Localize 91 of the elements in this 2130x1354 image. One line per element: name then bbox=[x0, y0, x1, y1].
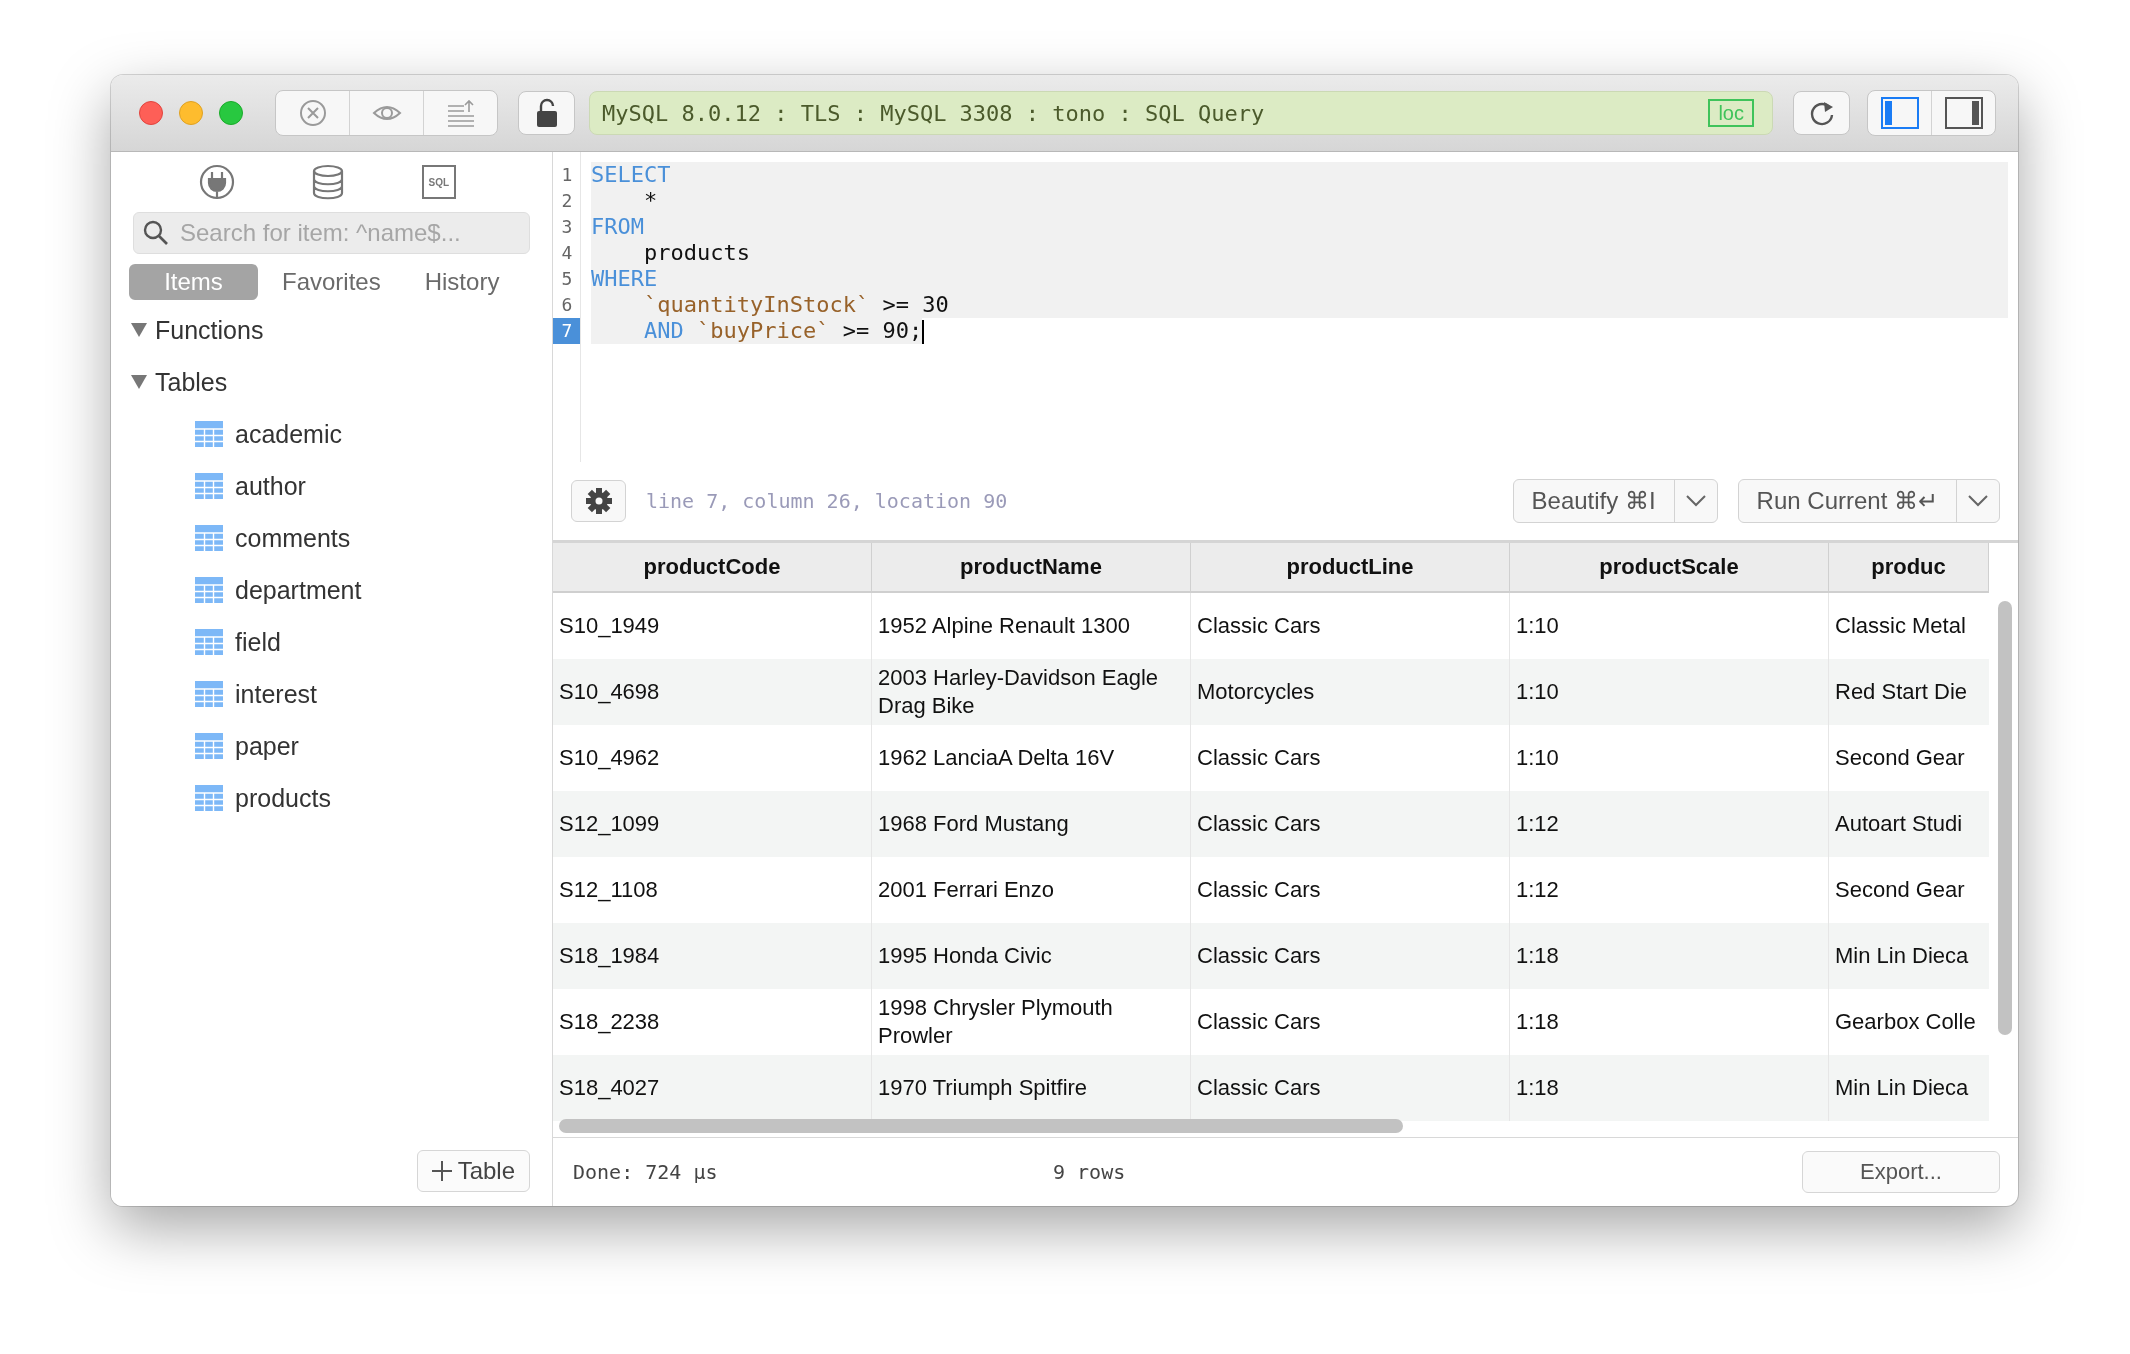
table-icon bbox=[195, 785, 223, 811]
stop-icon bbox=[297, 98, 328, 128]
code-line: SELECT bbox=[591, 162, 671, 187]
table-cell: Classic Cars bbox=[1191, 1055, 1510, 1121]
table-cell: 1:12 bbox=[1510, 791, 1829, 857]
table-cell: S10_4698 bbox=[553, 659, 872, 725]
table-cell-text: Second Gear bbox=[1834, 876, 1966, 904]
vertical-scrollbar[interactable] bbox=[1998, 601, 2012, 1035]
settings-icon bbox=[584, 487, 613, 515]
line-number: 1 bbox=[560, 163, 574, 187]
line-number: 6 bbox=[560, 293, 574, 317]
table-item[interactable]: field bbox=[235, 627, 281, 657]
search-field[interactable]: Search for item: ^name$... bbox=[133, 212, 530, 254]
table-cell-text: Gearbox Colle bbox=[1834, 1008, 1977, 1036]
add-table-button[interactable]: Table bbox=[416, 1150, 530, 1192]
line-number: 3 bbox=[560, 215, 574, 239]
table-cell: 1968 Ford Mustang bbox=[872, 791, 1191, 857]
horizontal-scrollbar[interactable] bbox=[559, 1119, 1403, 1133]
code-line: `quantityInStock` >= 30 bbox=[642, 292, 949, 317]
sidebar-tab[interactable]: Favorites bbox=[260, 264, 403, 300]
expanded-triangle-icon[interactable] bbox=[131, 375, 147, 389]
tree-group[interactable]: Tables bbox=[155, 367, 228, 397]
code-line: FROM bbox=[591, 214, 644, 239]
table-cell: 2003 Harley-Davidson Eagle Drag Bike bbox=[872, 659, 1191, 725]
table-item[interactable]: academic bbox=[235, 419, 342, 449]
window-control-icon[interactable] bbox=[219, 101, 243, 125]
table-icon bbox=[195, 473, 223, 499]
table-item[interactable]: department bbox=[235, 575, 362, 605]
code-line: WHERE bbox=[591, 266, 658, 291]
column-header[interactable]: productCode bbox=[553, 543, 872, 593]
row-count: 9 rows bbox=[1053, 1160, 1127, 1184]
cursor-position: line 7, column 26, location 90 bbox=[646, 489, 1009, 513]
sql-tab[interactable]: SQL bbox=[421, 165, 456, 199]
plus-icon bbox=[431, 1161, 452, 1181]
table-item[interactable]: paper bbox=[235, 731, 299, 761]
code-editor[interactable]: 1 SELECT 2 * 3 FROM 4 products 5 WHERE 6 `quantityInStock` >= 30 7 AND `buyPrice` >= 90; bbox=[553, 152, 2018, 462]
database-icon[interactable] bbox=[311, 164, 346, 200]
expanded-triangle-icon[interactable] bbox=[131, 323, 147, 337]
settings-button[interactable] bbox=[571, 480, 626, 522]
table-icon bbox=[195, 681, 223, 707]
table-cell: Motorcycles bbox=[1191, 659, 1510, 725]
query-timing: Done: 724 µs bbox=[573, 1160, 719, 1184]
code-line: * bbox=[642, 188, 658, 213]
table-cell: Classic Cars bbox=[1191, 791, 1510, 857]
table-cell: Min Lin Dieca bbox=[1829, 1055, 1989, 1121]
plug-icon[interactable] bbox=[199, 164, 236, 200]
table-cell-text: Second Gear bbox=[1834, 744, 1966, 772]
table-icon bbox=[195, 629, 223, 655]
table-cell: S12_1099 bbox=[553, 791, 872, 857]
badge: loc bbox=[1708, 99, 1754, 127]
window-control-icon[interactable] bbox=[139, 101, 163, 125]
table-cell: S18_1984 bbox=[553, 923, 872, 989]
table-cell-text: Classic Metal bbox=[1834, 612, 1967, 640]
table-item[interactable]: author bbox=[235, 471, 306, 501]
table-cell: 1:18 bbox=[1510, 923, 1829, 989]
table-cell: 1:10 bbox=[1510, 659, 1829, 725]
search-icon bbox=[143, 220, 169, 246]
column-header[interactable]: productScale bbox=[1510, 543, 1829, 593]
chevron-down-icon bbox=[1968, 495, 1988, 507]
sidebar-tab[interactable]: History bbox=[402, 264, 522, 300]
table-cell: 1995 Honda Civic bbox=[872, 923, 1191, 989]
reload-button[interactable] bbox=[1793, 91, 1850, 135]
code-line: products bbox=[642, 240, 750, 265]
table-cell: S18_4027 bbox=[553, 1055, 872, 1121]
export-button[interactable]: Export... bbox=[1802, 1151, 2000, 1193]
table-cell: Min Lin Dieca bbox=[1829, 923, 1989, 989]
line-number: 5 bbox=[560, 267, 574, 291]
table-icon bbox=[195, 525, 223, 551]
table-icon bbox=[195, 421, 223, 447]
table-icon bbox=[195, 577, 223, 603]
table-icon bbox=[195, 733, 223, 759]
table-cell: Classic Cars bbox=[1191, 923, 1510, 989]
line-number: 7 bbox=[553, 318, 581, 344]
list-upload-icon bbox=[445, 98, 476, 128]
table-cell: Red Start Die bbox=[1829, 659, 1989, 725]
table-cell: Autoart Studi bbox=[1829, 791, 1989, 857]
table-cell: 1:18 bbox=[1510, 1055, 1829, 1121]
lock-icon bbox=[535, 98, 558, 128]
table-item[interactable]: comments bbox=[235, 523, 351, 553]
column-header[interactable]: productName bbox=[872, 543, 1191, 593]
column-header[interactable]: productLine bbox=[1191, 543, 1510, 593]
lock-button[interactable] bbox=[518, 91, 575, 135]
tree-group[interactable]: Functions bbox=[155, 315, 264, 345]
chevron-down-icon bbox=[1685, 495, 1706, 507]
table-cell: 1970 Triumph Spitfire bbox=[872, 1055, 1191, 1121]
column-header[interactable]: produc bbox=[1829, 543, 1989, 593]
table-item[interactable]: interest bbox=[235, 679, 317, 709]
line-number: 4 bbox=[560, 241, 574, 265]
table-item[interactable]: products bbox=[235, 783, 331, 813]
connection-text: MySQL 8.0.12 : TLS : MySQL 3308 : tono : SQL Query bbox=[602, 100, 1266, 126]
line-number: 2 bbox=[560, 189, 574, 213]
